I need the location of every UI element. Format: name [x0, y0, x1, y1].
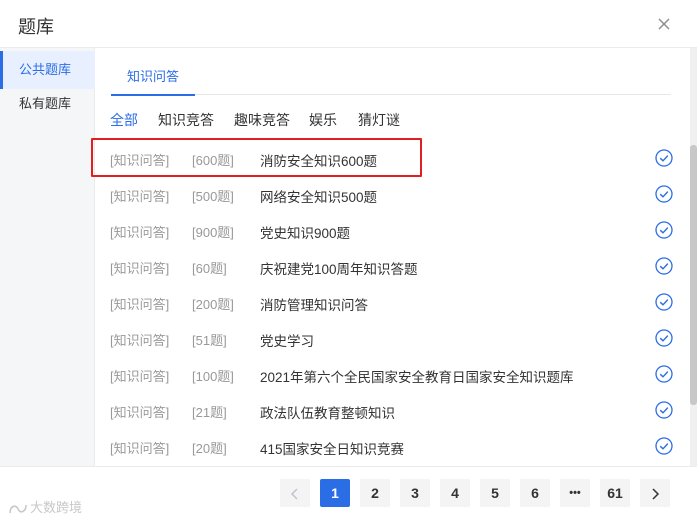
check-circle-icon[interactable]	[655, 329, 673, 347]
list-item[interactable]: [知识问答] [60题] 庆祝建党100周年知识答题	[95, 248, 685, 284]
page-button-1[interactable]: 1	[320, 479, 350, 507]
scrollbar-thumb[interactable]	[690, 145, 697, 405]
filter-lantern-riddles[interactable]: 猜灯谜	[358, 110, 400, 130]
dialog-header: 题库	[0, 0, 697, 48]
category-label: [知识问答]	[110, 441, 170, 456]
question-count: [100题]	[192, 369, 234, 384]
chevron-right-icon	[652, 488, 660, 500]
check-circle-icon[interactable]	[655, 401, 673, 419]
category-label: [知识问答]	[110, 261, 170, 276]
bank-name: 庆祝建党100周年知识答题	[260, 262, 418, 277]
check-circle-icon[interactable]	[655, 221, 673, 239]
page-button-2[interactable]: 2	[360, 479, 390, 507]
check-circle-icon[interactable]	[655, 437, 673, 455]
question-count: [200题]	[192, 297, 234, 312]
next-page-button[interactable]	[640, 479, 670, 507]
watermark: 大数跨境	[8, 497, 82, 516]
list-item[interactable]: [知识问答] [200题] 消防管理知识问答	[95, 284, 685, 320]
question-count: [500题]	[192, 189, 234, 204]
bank-name: 网络安全知识500题	[260, 190, 378, 205]
page-ellipsis-button[interactable]: •••	[560, 479, 590, 507]
question-count: [20题]	[192, 441, 227, 456]
list-item[interactable]: [知识问答] [20题] 415国家安全日知识竞赛	[95, 428, 685, 464]
check-circle-icon[interactable]	[655, 149, 673, 167]
question-count: [900题]	[192, 225, 234, 240]
page-button-5[interactable]: 5	[480, 479, 510, 507]
category-label: [知识问答]	[110, 153, 170, 168]
category-label: [知识问答]	[110, 189, 170, 204]
bank-name: 政法队伍教育整顿知识	[260, 406, 395, 421]
bank-name: 党史知识900题	[260, 226, 351, 241]
sidebar-item-public-bank[interactable]: 公共题库	[0, 51, 95, 89]
bank-name: 党史学习	[260, 334, 314, 349]
list-item[interactable]: [知识问答] [100题] 2021年第六个全民国家安全教育日国家安全知识题库	[95, 356, 685, 392]
filter-all[interactable]: 全部	[110, 110, 138, 130]
question-count: [60题]	[192, 261, 227, 276]
watermark-logo-icon	[9, 504, 27, 513]
chevron-left-icon	[290, 488, 298, 500]
page-button-3[interactable]: 3	[400, 479, 430, 507]
bank-name: 2021年第六个全民国家安全教育日国家安全知识题库	[260, 370, 574, 385]
category-label: [知识问答]	[110, 405, 170, 420]
filter-knowledge-contest[interactable]: 知识竞答	[158, 110, 214, 130]
filter-entertainment[interactable]: 娱乐	[309, 110, 337, 130]
page-button-4[interactable]: 4	[440, 479, 470, 507]
category-label: [知识问答]	[110, 333, 170, 348]
question-count: [21题]	[192, 405, 227, 420]
dialog-title: 题库	[18, 17, 54, 37]
bank-name: 消防安全知识600题	[260, 154, 378, 169]
prev-page-button[interactable]	[280, 479, 310, 507]
list-item[interactable]: [知识问答] [51题] 党史学习	[95, 320, 685, 356]
question-count: [600题]	[192, 153, 234, 168]
tab-knowledge-qa[interactable]: 知识问答	[111, 66, 195, 96]
check-circle-icon[interactable]	[655, 257, 673, 275]
page-button-6[interactable]: 6	[520, 479, 550, 507]
category-label: [知识问答]	[110, 297, 170, 312]
filter-fun-contest[interactable]: 趣味竞答	[234, 110, 290, 130]
question-count: [51题]	[192, 333, 227, 348]
bank-name: 415国家安全日知识竞赛	[260, 442, 405, 457]
sidebar: 公共题库 私有题库	[0, 48, 95, 466]
sidebar-item-private-bank[interactable]: 私有题库	[0, 85, 95, 123]
list-item[interactable]: [知识问答] [900题] 党史知识900题	[95, 212, 685, 248]
page-button-61[interactable]: 61	[600, 479, 630, 507]
bank-name: 消防管理知识问答	[260, 298, 368, 313]
question-bank-dialog: 题库 公共题库 私有题库 知识问答 全部 知识竞答 趣味竞答 娱乐 猜灯谜 [知…	[0, 0, 697, 520]
tab-underline-track	[111, 94, 671, 95]
check-circle-icon[interactable]	[655, 293, 673, 311]
check-circle-icon[interactable]	[655, 185, 673, 203]
category-label: [知识问答]	[110, 369, 170, 384]
close-icon[interactable]	[654, 14, 674, 34]
list-item[interactable]: [知识问答] [600题] 消防安全知识600题	[95, 140, 685, 176]
category-label: [知识问答]	[110, 225, 170, 240]
check-circle-icon[interactable]	[655, 365, 673, 383]
list-item[interactable]: [知识问答] [500题] 网络安全知识500题	[95, 176, 685, 212]
watermark-text: 大数跨境	[30, 500, 83, 515]
list-item[interactable]: [知识问答] [21题] 政法队伍教育整顿知识	[95, 392, 685, 428]
